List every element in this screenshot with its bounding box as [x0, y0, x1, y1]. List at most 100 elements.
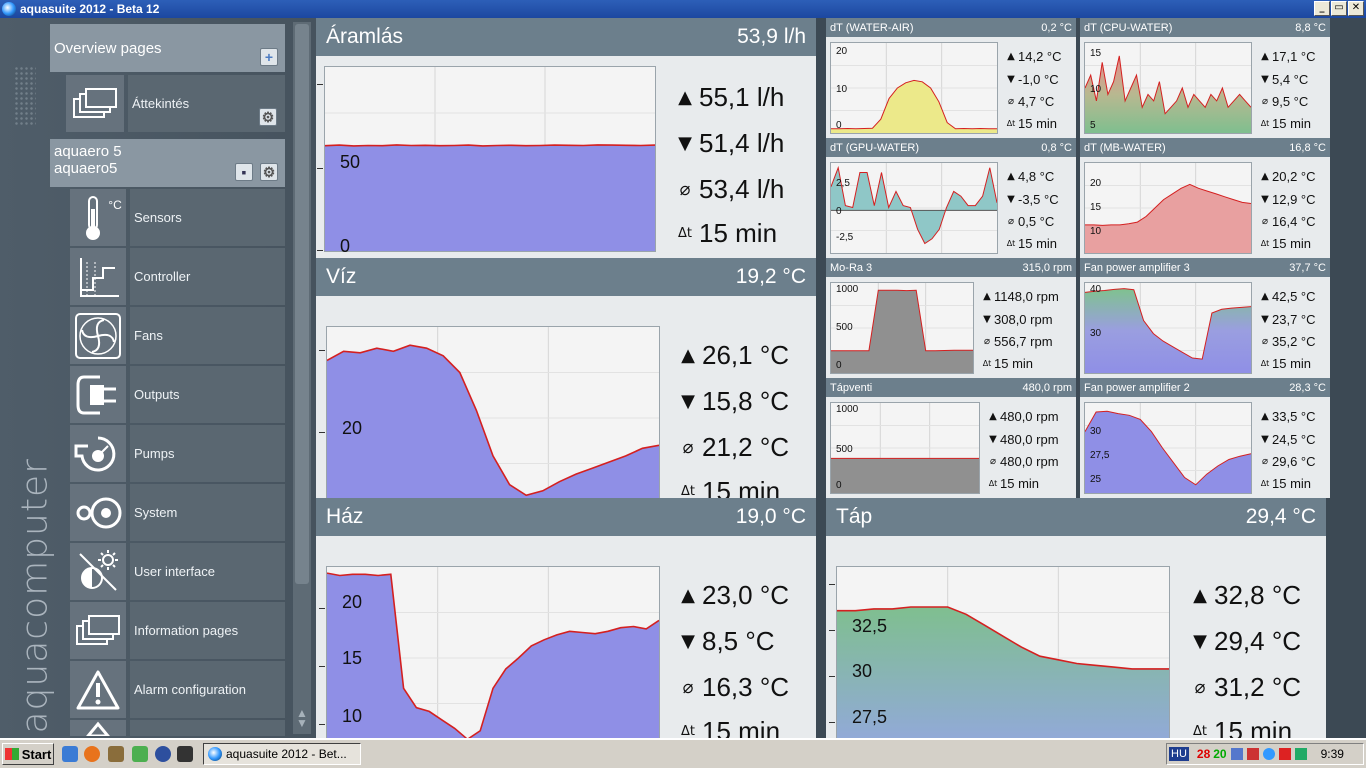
device-header[interactable]: aquaero 5 aquaero5 ▪ ⚙: [50, 139, 285, 187]
stat-min: ▼ 8,5 °C: [674, 626, 774, 657]
sidebar-item-sensors[interactable]: °C Sensors: [70, 189, 285, 246]
tray-app-icon[interactable]: [1246, 748, 1259, 760]
aquasuite-tray-icon[interactable]: [1262, 748, 1275, 760]
chart-plot: [325, 67, 655, 251]
sidebar-item-user-interface[interactable]: User interface: [70, 543, 285, 600]
quicklaunch-ie-icon[interactable]: [62, 746, 78, 762]
alarm-icon: [70, 720, 126, 736]
chart-plot: [1085, 403, 1251, 493]
stat-max-value: 42,5 °C: [1272, 289, 1316, 304]
sidebar-scrollbar-thumb[interactable]: [295, 24, 309, 584]
average-icon: ⌀: [1261, 96, 1269, 107]
stat-avg: ⌀ 21,2 °C: [674, 432, 789, 463]
panel-viz: Víz 19,2 °C 20 ▲ 26,1 °C ▼ 15,8 °C ⌀ 21,2 °C Δt 15…: [316, 258, 816, 510]
sensor-chart: [326, 326, 660, 510]
sidebar-item-system[interactable]: System: [70, 484, 285, 541]
stat-avg: ⌀ 29,6 °C: [1258, 454, 1316, 469]
sidebar-item-controller[interactable]: Controller: [70, 248, 285, 305]
stat-max: ▲ 1148,0 rpm: [980, 289, 1059, 304]
stat-min: ▼ -1,0 °C: [1004, 72, 1058, 87]
sidebar: aquacomputer Overview pages + Áttekintés…: [0, 18, 316, 738]
tray-temp-1[interactable]: 28: [1197, 747, 1210, 761]
maximize-button[interactable]: ▭: [1331, 1, 1347, 16]
sidebar-item-label: Outputs: [130, 366, 285, 423]
axis-tick: [319, 724, 325, 725]
stat-min-value: 29,4 °C: [1214, 626, 1302, 656]
stat-min: ▼ 29,4 °C: [1186, 626, 1301, 657]
sidebar-item-fans[interactable]: Fans: [70, 307, 285, 364]
stat-max: ▲ 32,8 °C: [1186, 580, 1301, 611]
panel-header: Fan power amplifier 3 37,7 °C: [1080, 258, 1330, 277]
max-icon: ▲: [1193, 585, 1207, 606]
overview-item-attekintes[interactable]: Áttekintés ⚙: [66, 75, 285, 132]
window-titlebar: aquasuite 2012 - Beta 12 _ ▭ ✕: [0, 0, 1366, 18]
stat-min: ▼ 24,5 °C: [1258, 432, 1315, 447]
stat-dt-value: 15 min: [1272, 476, 1312, 491]
language-indicator[interactable]: HU: [1169, 747, 1189, 761]
quicklaunch-app-icon[interactable]: [132, 746, 148, 762]
sidebar-item-information-pages[interactable]: Information pages: [70, 602, 285, 659]
max-icon: ▲: [1007, 51, 1015, 62]
volume-icon[interactable]: [1230, 748, 1243, 760]
min-icon: ▼: [1261, 314, 1269, 325]
tray-network-icon[interactable]: [1294, 748, 1307, 760]
stat-min: ▼ 23,7 °C: [1258, 312, 1315, 327]
axis-tick: [829, 676, 835, 677]
minimize-button[interactable]: _: [1314, 1, 1330, 16]
quicklaunch-tools-icon[interactable]: [108, 746, 124, 762]
quicklaunch-globe-icon[interactable]: [155, 746, 171, 762]
tray-app2-icon[interactable]: [1278, 748, 1291, 760]
sidebar-item-label: Alarm configuration: [130, 661, 285, 718]
pump-icon: [70, 425, 126, 482]
stat-avg: ⌀ 480,0 rpm: [986, 454, 1059, 469]
start-button[interactable]: Start: [2, 743, 54, 765]
stat-min: ▼ -3,5 °C: [1004, 192, 1058, 207]
gear-icon[interactable]: ⚙: [259, 108, 277, 126]
panel-title: dT (MB-WATER): [1084, 141, 1166, 154]
stat-avg: ⌀ 31,2 °C: [1186, 672, 1301, 703]
alarm-icon: [70, 661, 126, 718]
axis-tick: [317, 84, 323, 85]
gear-icon[interactable]: ⚙: [260, 163, 278, 181]
panel-current-value: 37,7 °C: [1289, 261, 1326, 274]
panel-current-value: 0,2 °C: [1041, 21, 1072, 34]
max-icon: ▲: [1007, 171, 1015, 182]
stat-min-value: 480,0 rpm: [1000, 432, 1059, 447]
device-name: aquaero 5: [54, 143, 122, 160]
quicklaunch-monitor-icon[interactable]: [177, 746, 193, 762]
stat-avg: ⌀ 16,3 °C: [674, 672, 789, 703]
delta-time-icon: Δt: [1260, 359, 1270, 368]
scroll-arrows-icon[interactable]: ▲ ▼: [296, 707, 308, 729]
system-icon: [70, 484, 126, 541]
quicklaunch-firefox-icon[interactable]: [84, 746, 100, 762]
stat-max-value: 14,2 °C: [1018, 49, 1062, 64]
delta-time-icon: Δt: [1260, 239, 1270, 248]
add-overview-button[interactable]: +: [260, 48, 278, 66]
sidebar-item-outputs[interactable]: Outputs: [70, 366, 285, 423]
sidebar-item-pumps[interactable]: Pumps: [70, 425, 285, 482]
sidebar-item-label: [130, 720, 285, 736]
taskbar-item-aquasuite[interactable]: aquasuite 2012 - Bet...: [203, 743, 361, 765]
thermometer-icon: °C: [70, 189, 126, 246]
sensor-chart: [324, 66, 656, 252]
close-button[interactable]: ✕: [1348, 1, 1364, 16]
save-icon[interactable]: ▪: [235, 163, 253, 181]
panel-haz: Ház 19,0 °C 20 15 10 ▲ 23,0 °C ▼ 8,5 °C ⌀ 16,3 °C Δ…: [316, 498, 816, 750]
axis-tick: [319, 350, 325, 351]
stat-dt-value: 15 min: [699, 218, 778, 248]
tray-temp-2[interactable]: 20: [1213, 747, 1226, 761]
stat-max: ▲ 17,1 °C: [1258, 49, 1315, 64]
chart-plot: [831, 163, 997, 253]
panel-fan-amp3: Fan power amplifier 3 37,7 °C 40 30 ▲ 42,5 °C…: [1080, 258, 1330, 378]
stat-max: ▲ 26,1 °C: [674, 340, 789, 371]
sensor-chart: [830, 42, 998, 134]
stat-max: ▲ 55,1 l/h: [671, 82, 784, 113]
min-icon: ▼: [989, 434, 997, 445]
min-icon: ▼: [678, 133, 692, 154]
stat-min: ▼ 480,0 rpm: [986, 432, 1059, 447]
sidebar-item-alarm-configuration[interactable]: Alarm configuration: [70, 661, 285, 718]
min-icon: ▼: [1193, 631, 1207, 652]
overview-pages-header[interactable]: Overview pages +: [50, 24, 285, 72]
series-area: [325, 144, 655, 251]
min-icon: ▼: [681, 631, 695, 652]
